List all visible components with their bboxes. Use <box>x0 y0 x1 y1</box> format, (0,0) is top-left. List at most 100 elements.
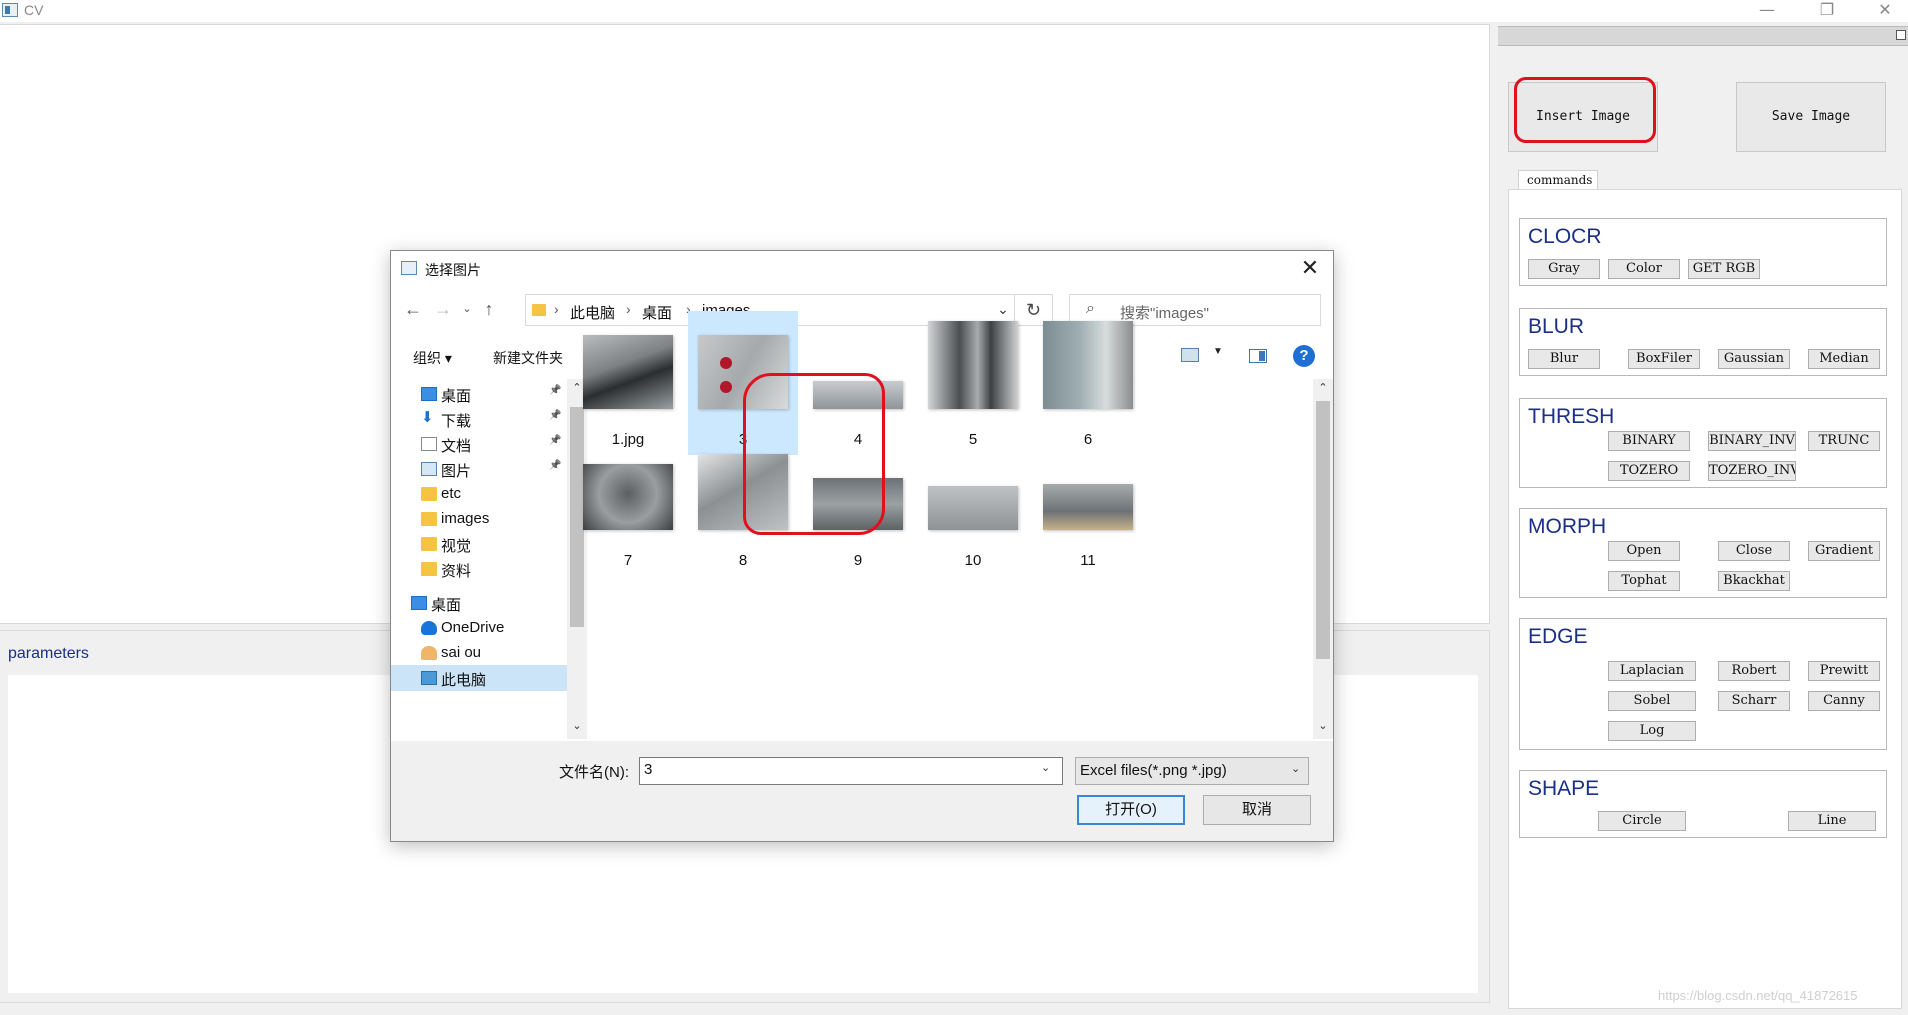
scroll-thumb[interactable] <box>1316 401 1330 659</box>
minimize-button[interactable]: — <box>1744 0 1790 22</box>
nav-item[interactable]: 桌面 <box>391 590 567 616</box>
tozero-inv-button[interactable]: TOZERO_INV <box>1708 461 1796 481</box>
line-button[interactable]: Line <box>1788 811 1876 831</box>
tab-commands[interactable]: commands <box>1518 170 1598 190</box>
breadcrumb-separator-icon: › <box>554 301 559 317</box>
file-item[interactable] <box>573 553 683 603</box>
view-mode-icon[interactable] <box>1181 348 1199 362</box>
red-marker <box>720 357 732 370</box>
close-button[interactable]: Close <box>1718 541 1790 561</box>
tozero-button[interactable]: TOZERO <box>1608 461 1690 481</box>
file-thumbnail <box>1043 484 1133 530</box>
nav-item[interactable]: OneDrive <box>391 615 567 641</box>
robert-button[interactable]: Robert <box>1718 661 1790 681</box>
scroll-up-icon[interactable]: ⌃ <box>1316 381 1330 394</box>
nav-item[interactable]: 文档 📌 <box>391 431 567 457</box>
nav-item[interactable]: images <box>391 506 567 532</box>
nav-item[interactable]: sai ou <box>391 640 567 666</box>
binary-inv-button[interactable]: BINARY_INV <box>1708 431 1796 451</box>
download-icon: ⬇ <box>421 409 434 426</box>
right-dock-panel: Insert Image Save Image commands CLOCR G… <box>1498 24 1908 1015</box>
canny-button[interactable]: Canny <box>1808 691 1880 711</box>
nav-item[interactable]: 桌面 📌 <box>391 381 567 407</box>
file-name: 8 <box>738 552 748 569</box>
pin-icon: 📌 <box>549 460 562 471</box>
recent-locations-chevron-icon[interactable]: ⌄ <box>455 295 479 323</box>
color-button[interactable]: Color <box>1608 259 1680 279</box>
nav-item[interactable]: 资料 <box>391 556 567 582</box>
help-icon[interactable]: ? <box>1293 345 1315 367</box>
folder-icon <box>532 304 546 316</box>
nav-item-label: 文档 <box>441 438 472 455</box>
view-dropdown-icon[interactable]: ▼ <box>1213 346 1223 357</box>
file-scrollbar[interactable]: ⌃ ⌄ <box>1313 379 1333 739</box>
file-name: 10 <box>964 552 982 569</box>
nav-item-label: sai ou <box>441 644 482 661</box>
file-item[interactable]: 11 <box>1033 432 1143 576</box>
nav-item[interactable]: etc <box>391 481 567 507</box>
watermark-text: https://blog.csdn.net/qq_41872615 <box>1658 988 1858 1003</box>
gray-button[interactable]: Gray <box>1528 259 1600 279</box>
file-thumbnail <box>928 321 1018 409</box>
up-arrow-icon[interactable]: ↑ <box>477 295 501 323</box>
window-title: CV <box>24 2 44 18</box>
organize-menu[interactable]: 组织 ▾ <box>413 348 452 368</box>
gaussian-button[interactable]: Gaussian <box>1718 349 1790 369</box>
group-title: EDGE <box>1528 625 1588 648</box>
forward-arrow-icon[interactable]: → <box>431 295 455 323</box>
circle-button[interactable]: Circle <box>1598 811 1686 831</box>
file-item[interactable]: 9 <box>803 432 913 576</box>
nav-item[interactable]: 图片 📌 <box>391 456 567 482</box>
binary-button[interactable]: BINARY <box>1608 431 1690 451</box>
scroll-down-icon[interactable]: ⌄ <box>1316 719 1330 732</box>
nav-item[interactable]: 此电脑 <box>391 665 567 691</box>
file-item[interactable]: 8 <box>688 432 798 576</box>
new-folder-button[interactable]: 新建文件夹 <box>493 348 563 368</box>
dock-float-icon[interactable] <box>1896 30 1906 40</box>
insert-image-button[interactable]: Insert Image <box>1508 82 1658 152</box>
nav-item-label: OneDrive <box>441 619 505 636</box>
save-image-button[interactable]: Save Image <box>1736 82 1886 152</box>
folder-icon <box>421 562 437 576</box>
log-button[interactable]: Log <box>1608 721 1696 741</box>
open-button[interactable]: Open <box>1608 541 1680 561</box>
get-rgb-button[interactable]: GET RGB <box>1688 259 1760 279</box>
close-window-button[interactable]: ✕ <box>1862 0 1908 22</box>
blur-button[interactable]: Blur <box>1528 349 1600 369</box>
dialog-close-button[interactable]: ✕ <box>1295 253 1325 283</box>
filetype-dropdown-icon[interactable]: ⌄ <box>1291 762 1300 775</box>
nav-item-label: 图片 <box>441 463 472 480</box>
scroll-down-icon[interactable]: ⌄ <box>570 719 584 732</box>
tophat-button[interactable]: Tophat <box>1608 571 1680 591</box>
median-button[interactable]: Median <box>1808 349 1880 369</box>
open-button[interactable]: 打开(O) <box>1077 795 1185 825</box>
cancel-button[interactable]: 取消 <box>1203 795 1311 825</box>
filetype-select[interactable]: Excel files(*.png *.jpg) <box>1075 757 1309 785</box>
gradient-button[interactable]: Gradient <box>1808 541 1880 561</box>
preview-pane-icon[interactable] <box>1249 349 1267 363</box>
parameters-title: parameters <box>8 645 89 662</box>
boxfilter-button[interactable]: BoxFiler <box>1628 349 1700 369</box>
scharr-button[interactable]: Scharr <box>1718 691 1790 711</box>
laplacian-button[interactable]: Laplacian <box>1608 661 1696 681</box>
prewitt-button[interactable]: Prewitt <box>1808 661 1880 681</box>
dock-titlebar <box>1498 26 1908 46</box>
sobel-button[interactable]: Sobel <box>1608 691 1696 711</box>
nav-item-label: 视觉 <box>441 538 472 555</box>
group-morph: MORPH Open Close Gradient Tophat Bkackha… <box>1519 508 1887 598</box>
blackhat-button[interactable]: Bkackhat <box>1718 571 1790 591</box>
filename-dropdown-icon[interactable]: ⌄ <box>1041 761 1050 774</box>
file-item[interactable]: 10 <box>918 432 1028 576</box>
trunc-button[interactable]: TRUNC <box>1808 431 1880 451</box>
commands-area: CLOCR Gray Color GET RGB BLUR Blur BoxFi… <box>1508 189 1902 1009</box>
filename-input[interactable]: 3 <box>639 757 1063 785</box>
nav-item[interactable]: 视觉 <box>391 531 567 557</box>
back-arrow-icon[interactable]: ← <box>401 295 425 323</box>
pictures-icon <box>421 462 437 476</box>
pin-icon: 📌 <box>549 435 562 446</box>
onedrive-icon <box>421 621 437 635</box>
group-title: SHAPE <box>1528 777 1600 800</box>
nav-item[interactable]: ⬇ 下载 📌 <box>391 406 567 432</box>
file-thumbnail <box>698 335 788 409</box>
maximize-button[interactable]: ❐ <box>1804 0 1850 22</box>
